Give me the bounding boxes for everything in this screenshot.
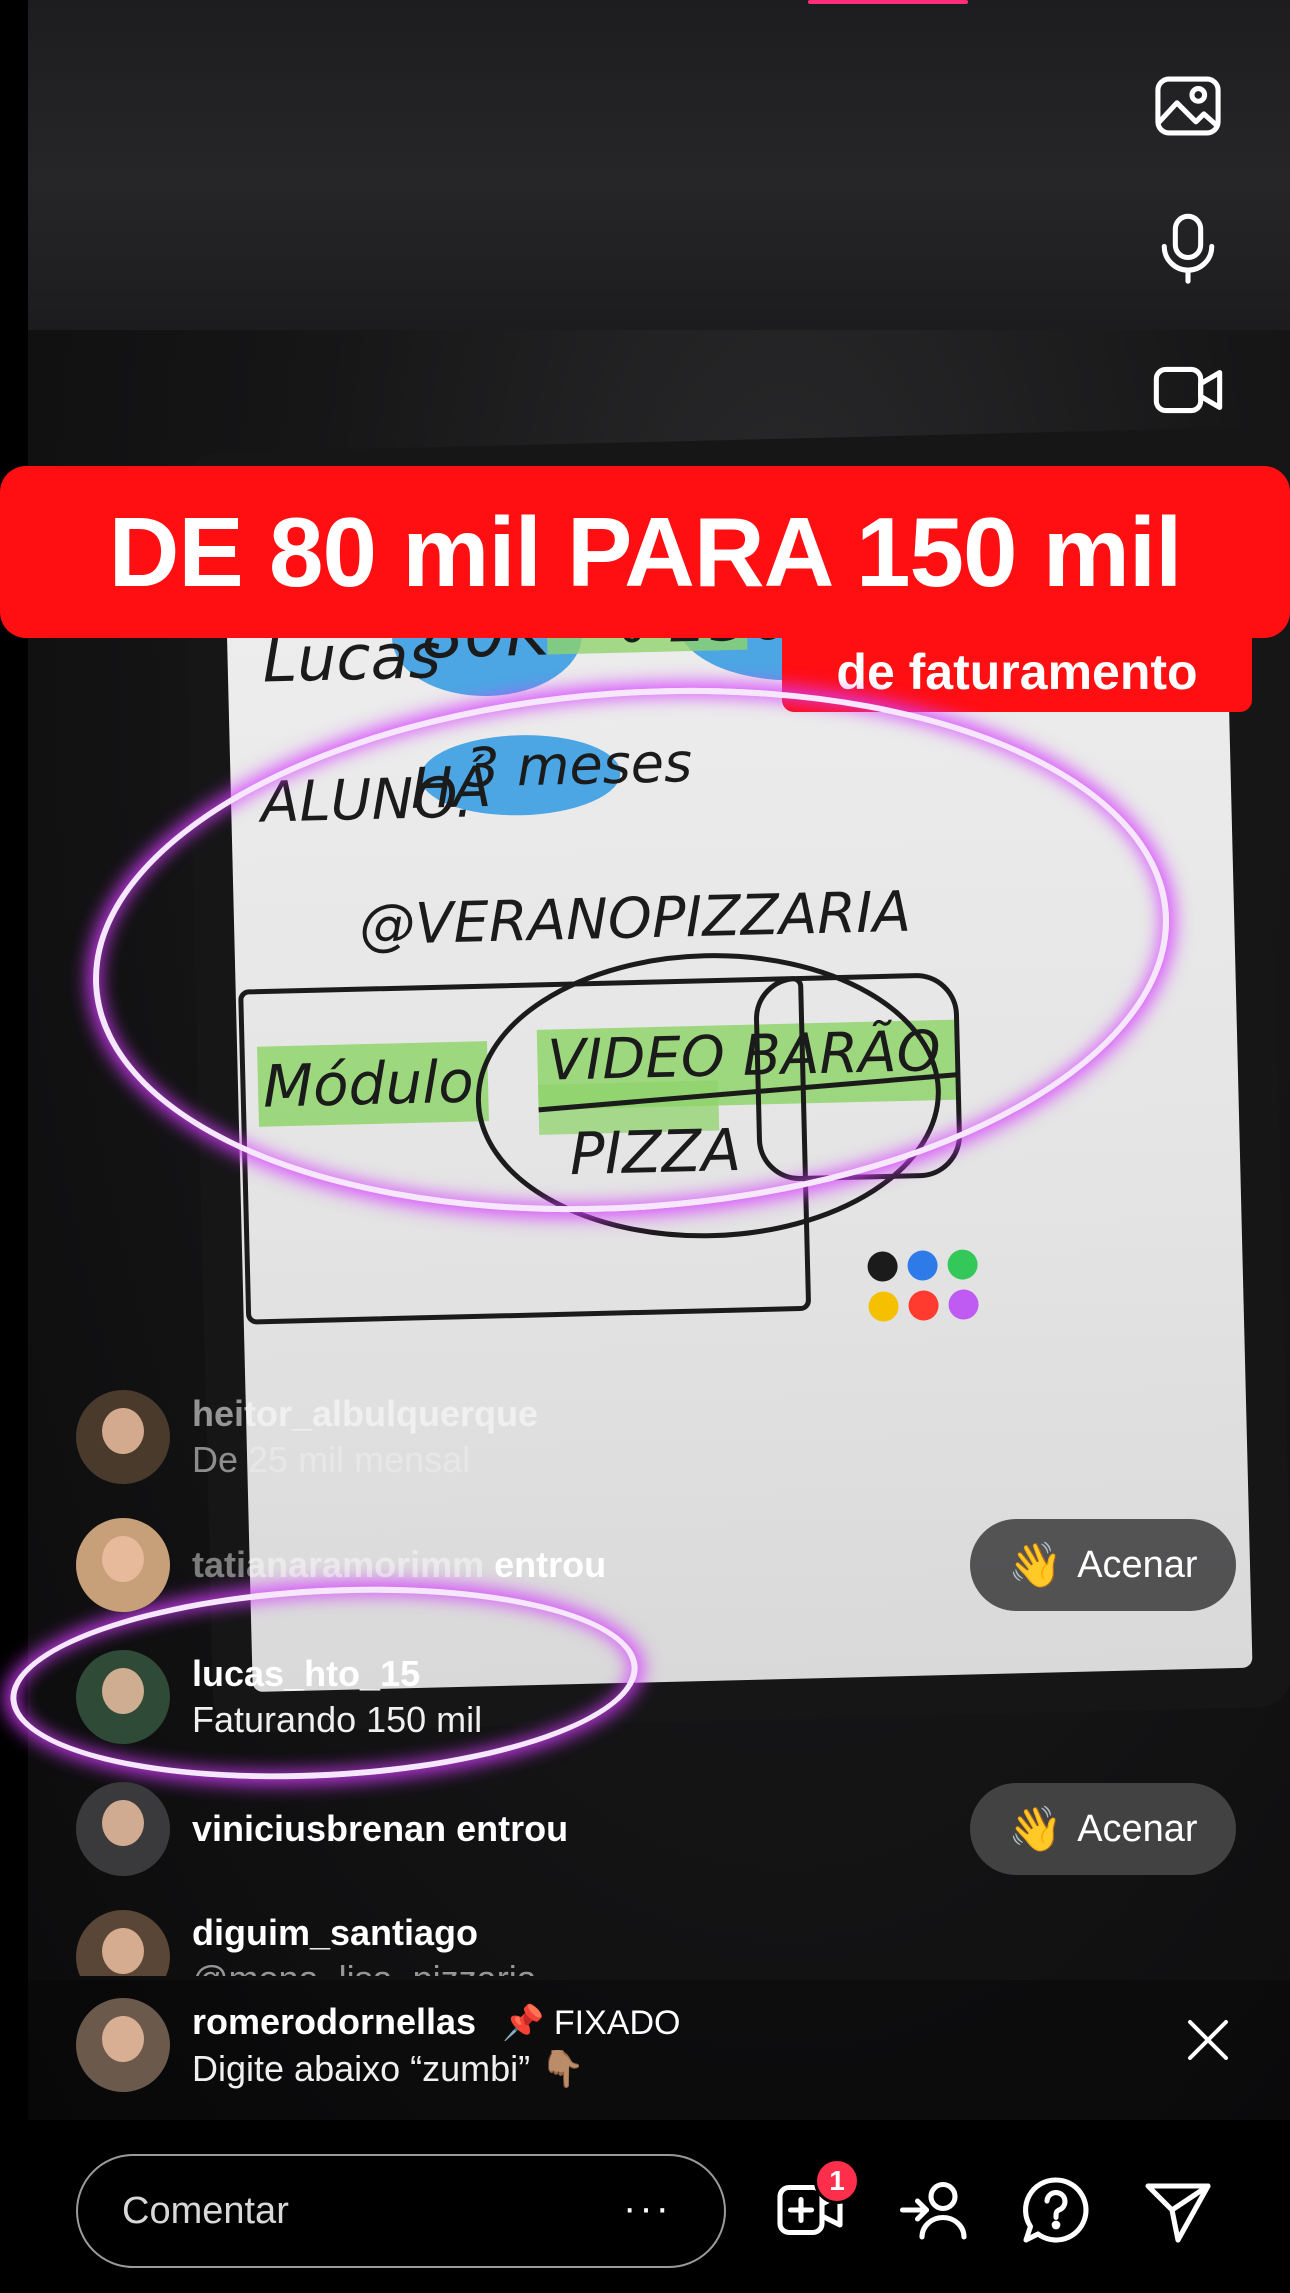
comment-item: heitor_albulquerque De 25 mil mensal	[76, 1390, 1236, 1484]
wave-button[interactable]: 👋 Acenar	[970, 1783, 1236, 1875]
question-icon[interactable]	[1016, 2170, 1096, 2250]
avatar[interactable]	[76, 1910, 170, 1976]
headline-title: DE 80 mil PARA 150 mil	[108, 496, 1183, 607]
wave-button-label: Acenar	[1077, 1807, 1198, 1850]
wave-button-label: Acenar	[1077, 1543, 1198, 1586]
microphone-icon[interactable]	[1148, 208, 1228, 288]
pinned-message: Digite abaixo “zumbi” 👇🏽	[192, 2047, 585, 2089]
notification-badge: 1	[814, 2158, 860, 2204]
send-icon[interactable]	[1138, 2170, 1218, 2250]
join-username[interactable]: viniciusbrenan	[192, 1808, 446, 1849]
comment-message: De 25 mil mensal	[192, 1439, 471, 1480]
bottom-bar: Comentar ··· 1	[0, 2120, 1290, 2293]
pinned-username[interactable]: romerodornellas	[192, 2001, 476, 2042]
headline-subtitle: de faturamento	[836, 644, 1198, 700]
comment-message: @mona_lisa_pizzaria	[192, 1956, 537, 1976]
comment-message: Faturando 150 mil	[192, 1699, 483, 1740]
comment-username[interactable]: heitor_albulquerque	[192, 1391, 538, 1437]
join-item: tatianaramorimm entrou 👋 Acenar	[76, 1518, 1236, 1612]
video-camera-icon[interactable]	[1148, 350, 1228, 430]
avatar[interactable]	[76, 1782, 170, 1876]
pin-icon: 📌	[502, 2003, 545, 2042]
pinned-comment: romerodornellas 📌 FIXADO Digite abaixo “z…	[0, 1980, 1290, 2120]
comment-username[interactable]: lucas_hto_15	[192, 1651, 482, 1697]
comment-input[interactable]: Comentar ···	[76, 2154, 726, 2268]
comment-placeholder: Comentar	[122, 2189, 289, 2232]
headline-banner: DE 80 mil PARA 150 mil	[0, 466, 1290, 638]
pinned-item: romerodornellas 📌 FIXADO Digite abaixo “z…	[76, 1998, 1236, 2092]
top-indicator	[808, 0, 968, 4]
close-icon[interactable]	[1180, 2012, 1236, 2068]
comment-item: lucas_hto_15 Faturando 150 mil	[76, 1650, 1236, 1744]
join-username[interactable]: tatianaramorimm	[192, 1544, 484, 1585]
join-label: entrou	[456, 1808, 569, 1849]
wave-icon: 👋	[1008, 1541, 1064, 1590]
avatar[interactable]	[76, 1998, 170, 2092]
wave-icon: 👋	[1008, 1805, 1064, 1854]
avatar[interactable]	[76, 1518, 170, 1612]
request-join-icon[interactable]	[894, 2170, 974, 2250]
avatar[interactable]	[76, 1390, 170, 1484]
pinned-tag: FIXADO	[553, 2003, 681, 2042]
image-icon[interactable]	[1148, 66, 1228, 146]
comment-item: diguim_santiago @mona_lisa_pizzaria	[76, 1910, 1236, 1976]
wave-button[interactable]: 👋 Acenar	[970, 1519, 1236, 1611]
live-screen: Lucas 80K 150K ALUNO. HÁ 3 meses @VERANO…	[0, 0, 1290, 2293]
more-options-icon[interactable]: ···	[623, 2186, 672, 2231]
avatar[interactable]	[76, 1650, 170, 1744]
join-item: viniciusbrenan entrou 👋 Acenar	[76, 1782, 1236, 1876]
comment-username[interactable]: diguim_santiago	[192, 1910, 537, 1956]
join-label: entrou	[494, 1544, 607, 1585]
